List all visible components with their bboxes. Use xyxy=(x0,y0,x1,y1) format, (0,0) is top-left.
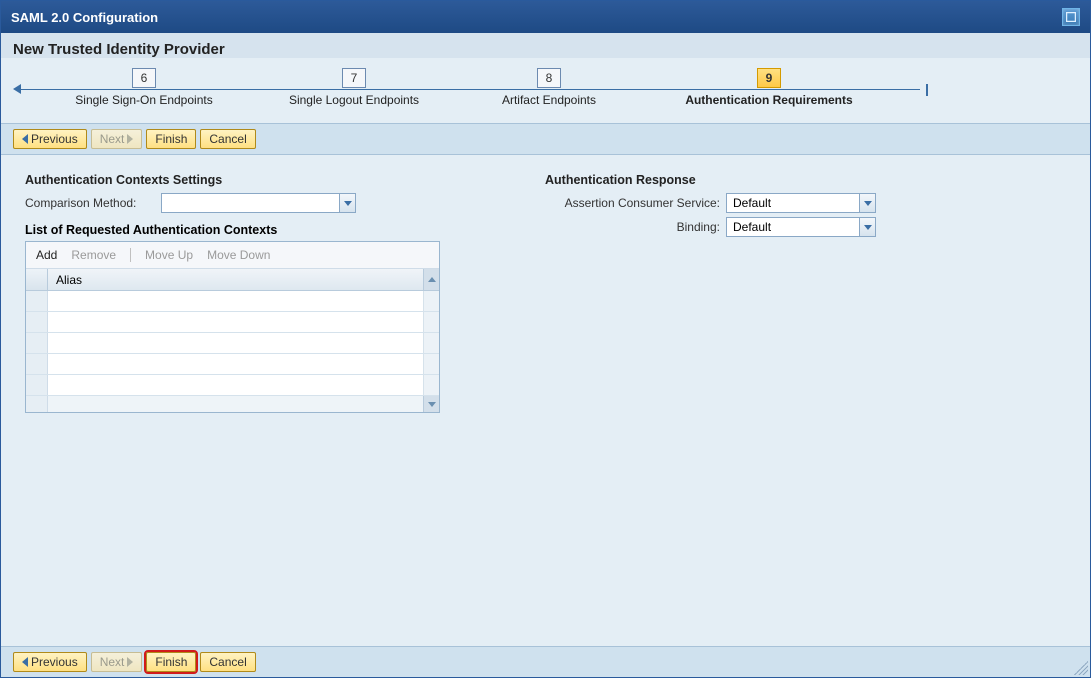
cancel-button[interactable]: Cancel xyxy=(200,129,255,149)
scroll-track xyxy=(423,333,439,353)
column-header-alias[interactable]: Alias xyxy=(48,273,423,287)
page-subtitle: New Trusted Identity Provider xyxy=(1,33,1090,58)
wizard-steps: 6 Single Sign-On Endpoints 7 Single Logo… xyxy=(39,68,1072,107)
chevron-right-icon xyxy=(127,657,133,667)
alias-cell[interactable] xyxy=(48,291,423,311)
move-down-button[interactable]: Move Down xyxy=(207,248,270,262)
cancel-button[interactable]: Cancel xyxy=(200,652,255,672)
body-area: Authentication Contexts Settings Compari… xyxy=(1,155,1090,646)
chevron-down-icon xyxy=(859,194,875,212)
previous-label: Previous xyxy=(31,655,78,669)
table-header: Alias xyxy=(26,269,439,291)
wizard-step-num: 7 xyxy=(342,68,366,88)
binding-dropdown[interactable]: Default xyxy=(726,217,876,237)
chevron-right-icon xyxy=(127,134,133,144)
toolbar-divider xyxy=(130,248,131,262)
table-row[interactable] xyxy=(26,333,439,354)
alias-cell[interactable] xyxy=(48,312,423,332)
acs-value: Default xyxy=(733,196,771,210)
comparison-method-label: Comparison Method: xyxy=(25,196,155,210)
alias-cell[interactable] xyxy=(48,354,423,374)
row-handle xyxy=(26,396,48,412)
wizard-step-num: 8 xyxy=(537,68,561,88)
comparison-method-dropdown[interactable] xyxy=(161,193,356,213)
table-row[interactable] xyxy=(26,312,439,333)
row-handle[interactable] xyxy=(26,333,48,353)
cancel-label: Cancel xyxy=(209,655,246,669)
previous-button[interactable]: Previous xyxy=(13,652,87,672)
wizard-step-6[interactable]: 6 Single Sign-On Endpoints xyxy=(39,68,249,107)
finish-button[interactable]: Finish xyxy=(146,129,196,149)
next-label: Next xyxy=(100,655,125,669)
next-button: Next xyxy=(91,129,143,149)
remove-button[interactable]: Remove xyxy=(71,248,116,262)
row-handle[interactable] xyxy=(26,354,48,374)
row-handle[interactable] xyxy=(26,375,48,395)
binding-row: Binding: Default xyxy=(545,217,985,237)
wizard-step-num: 9 xyxy=(757,68,781,88)
comparison-method-row: Comparison Method: xyxy=(25,193,455,213)
left-column: Authentication Contexts Settings Compari… xyxy=(25,173,455,628)
binding-label: Binding: xyxy=(545,220,720,234)
footer-fill xyxy=(48,396,423,412)
top-toolbar: Previous Next Finish Cancel xyxy=(1,123,1090,155)
chevron-down-icon xyxy=(859,218,875,236)
table-row[interactable] xyxy=(26,375,439,396)
scroll-track xyxy=(423,375,439,395)
auth-response-heading: Authentication Response xyxy=(545,173,985,187)
wizard-step-8[interactable]: 8 Artifact Endpoints xyxy=(459,68,639,107)
wizard-step-9[interactable]: 9 Authentication Requirements xyxy=(639,68,899,107)
wizard-arrow-left-icon xyxy=(13,84,21,94)
previous-button[interactable]: Previous xyxy=(13,129,87,149)
wizard-step-label: Single Logout Endpoints xyxy=(289,93,419,107)
auth-contexts-table: Add Remove Move Up Move Down Alias xyxy=(25,241,440,413)
resize-handle-icon[interactable] xyxy=(1074,661,1088,675)
table-toolbar: Add Remove Move Up Move Down xyxy=(26,242,439,269)
move-up-button[interactable]: Move Up xyxy=(145,248,193,262)
finish-label: Finish xyxy=(155,655,187,669)
scroll-track xyxy=(423,312,439,332)
window-title: SAML 2.0 Configuration xyxy=(11,10,158,25)
add-button[interactable]: Add xyxy=(36,248,57,262)
acs-label: Assertion Consumer Service: xyxy=(545,196,720,210)
scroll-down-icon[interactable] xyxy=(423,396,439,412)
bottom-toolbar: Previous Next Finish Cancel xyxy=(1,646,1090,677)
previous-label: Previous xyxy=(31,132,78,146)
wizard-step-num: 6 xyxy=(132,68,156,88)
wizard-step-label: Single Sign-On Endpoints xyxy=(75,93,212,107)
wizard-step-7[interactable]: 7 Single Logout Endpoints xyxy=(249,68,459,107)
auth-contexts-heading: Authentication Contexts Settings xyxy=(25,173,455,187)
scroll-track xyxy=(423,354,439,374)
chevron-left-icon xyxy=(22,657,28,667)
wizard-nav: 6 Single Sign-On Endpoints 7 Single Logo… xyxy=(1,58,1090,123)
table-row[interactable] xyxy=(26,291,439,312)
cancel-label: Cancel xyxy=(209,132,246,146)
finish-label: Finish xyxy=(155,132,187,146)
next-label: Next xyxy=(100,132,125,146)
alias-cell[interactable] xyxy=(48,375,423,395)
binding-value: Default xyxy=(733,220,771,234)
chevron-left-icon xyxy=(22,134,28,144)
chevron-down-icon xyxy=(339,194,355,212)
finish-button[interactable]: Finish xyxy=(146,652,196,672)
scroll-up-icon[interactable] xyxy=(423,269,439,290)
wizard-step-label: Authentication Requirements xyxy=(685,93,852,107)
next-button: Next xyxy=(91,652,143,672)
maximize-icon[interactable] xyxy=(1062,8,1080,26)
right-column: Authentication Response Assertion Consum… xyxy=(545,173,985,628)
scroll-track xyxy=(423,291,439,311)
alias-cell[interactable] xyxy=(48,333,423,353)
table-footer xyxy=(26,396,439,412)
saml-config-window: SAML 2.0 Configuration New Trusted Ident… xyxy=(0,0,1091,678)
acs-dropdown[interactable]: Default xyxy=(726,193,876,213)
row-handle[interactable] xyxy=(26,312,48,332)
select-all-handle[interactable] xyxy=(26,269,48,290)
table-row[interactable] xyxy=(26,354,439,375)
list-title: List of Requested Authentication Context… xyxy=(25,223,455,237)
row-handle[interactable] xyxy=(26,291,48,311)
acs-row: Assertion Consumer Service: Default xyxy=(545,193,985,213)
wizard-step-label: Artifact Endpoints xyxy=(502,93,596,107)
table-body xyxy=(26,291,439,396)
title-bar: SAML 2.0 Configuration xyxy=(1,1,1090,33)
